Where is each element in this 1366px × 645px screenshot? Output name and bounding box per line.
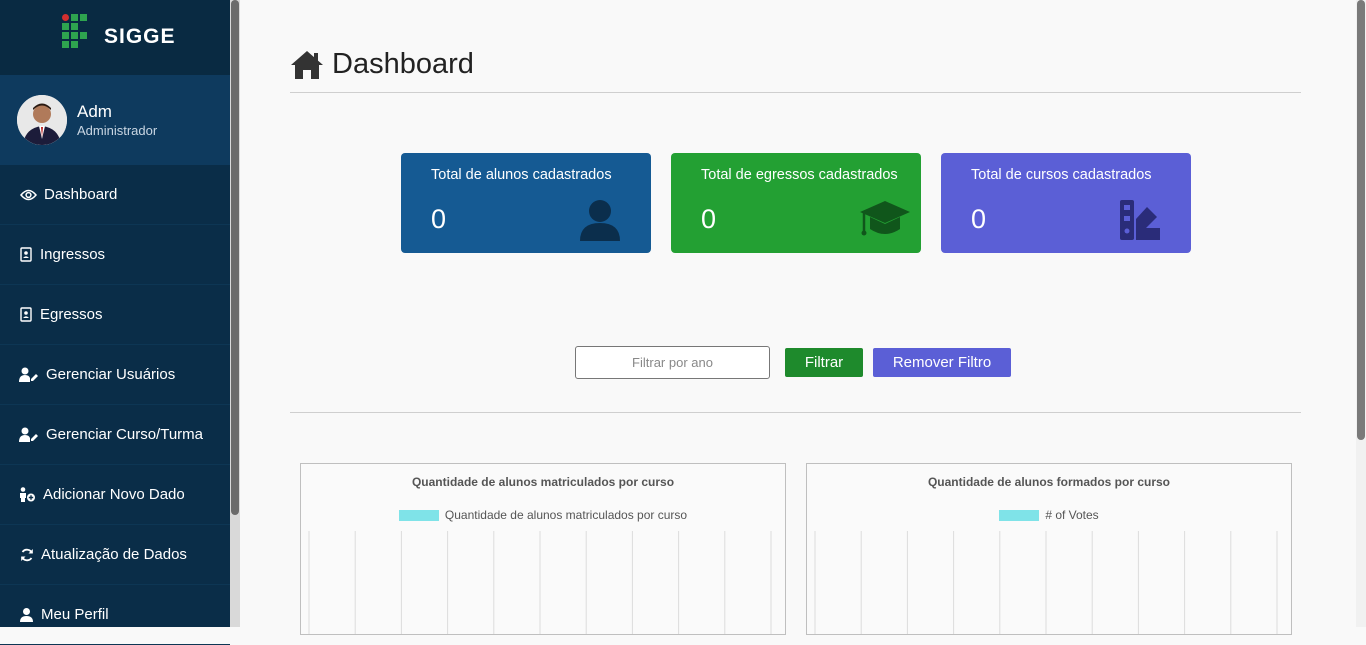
stat-card-alunos: Total de alunos cadastrados 0 [401,153,651,253]
sidebar-item-label: Gerenciar Usuários [46,366,176,383]
stat-card-value: 0 [431,204,447,234]
page-title-text: Dashboard [332,48,474,80]
user-icon [19,606,34,624]
chart-plot-area [308,531,772,634]
graduation-cap-icon [860,201,910,236]
app-name: SIGGE [104,25,176,48]
sidebar-item-atualizacao-de-dados[interactable]: Atualização de Dados [0,525,230,585]
home-icon [291,50,323,79]
page-scrollbar-thumb[interactable] [1357,0,1365,440]
user-profile: Adm Administrador [0,75,230,165]
sidebar: SIGGE Adm Administrador Dashboard Ingres… [0,0,230,645]
sidebar-scrollbar-thumb[interactable] [231,0,239,515]
sync-icon [19,546,34,564]
chart-alunos-formados: Quantidade de alunos formados por curso … [806,463,1292,635]
user-role: Administrador [77,123,158,138]
sidebar-item-meu-perfil[interactable]: Meu Perfil [0,585,230,645]
user-name: Adm [77,102,112,121]
chart-plot-area [814,531,1278,634]
chart-alunos-matriculados: Quantidade de alunos matriculados por cu… [300,463,786,635]
stat-card-value: 0 [701,204,717,234]
stat-card-cursos: Total de cursos cadastrados 0 [941,153,1191,253]
filter-button[interactable]: Filtrar [785,348,863,377]
stat-card-label: Total de egressos cadastrados [701,167,898,183]
divider [290,412,1301,413]
swatchbook-icon [1120,200,1160,240]
logo-icon [62,14,88,52]
logo-bar: SIGGE [0,0,230,75]
sidebar-item-dashboard[interactable]: Dashboard [0,165,230,225]
sidebar-item-ingressos[interactable]: Ingressos [0,225,230,285]
sidebar-item-gerenciar-usuarios[interactable]: Gerenciar Usuários [0,345,230,405]
page-title: Dashboard [290,48,474,81]
sidebar-item-label: Meu Perfil [41,606,109,623]
user-icon [580,200,620,241]
user-plus-icon [19,486,36,504]
stat-card-egressos: Total de egressos cadastrados 0 [671,153,921,253]
sidebar-item-label: Adicionar Novo Dado [43,486,185,503]
sidebar-item-gerenciar-curso-turma[interactable]: Gerenciar Curso/Turma [0,405,230,465]
contact-book-icon [19,246,33,264]
sidebar-item-label: Atualização de Dados [41,546,187,563]
contact-book-icon [19,306,33,324]
stat-card-label: Total de cursos cadastrados [971,167,1152,183]
sidebar-item-adicionar-novo-dado[interactable]: Adicionar Novo Dado [0,465,230,525]
sidebar-item-label: Ingressos [40,246,106,263]
remove-filter-button[interactable]: Remover Filtro [873,348,1011,377]
eye-icon [19,186,37,204]
sidebar-item-label: Gerenciar Curso/Turma [46,426,203,443]
stat-card-label: Total de alunos cadastrados [431,167,612,183]
avatar [17,95,67,145]
sidebar-item-label: Dashboard [44,186,118,203]
sidebar-item-egressos[interactable]: Egressos [0,285,230,345]
stat-card-value: 0 [971,204,987,234]
year-filter-input[interactable] [575,346,770,379]
page-scrollbar[interactable] [1356,0,1366,627]
sidebar-item-label: Egressos [40,306,103,323]
main-content: Dashboard Total de alunos cadastrados 0 … [240,0,1356,635]
user-edit-icon [19,426,39,444]
divider [290,92,1301,93]
sidebar-scrollbar[interactable] [230,0,240,627]
user-edit-icon [19,366,39,384]
